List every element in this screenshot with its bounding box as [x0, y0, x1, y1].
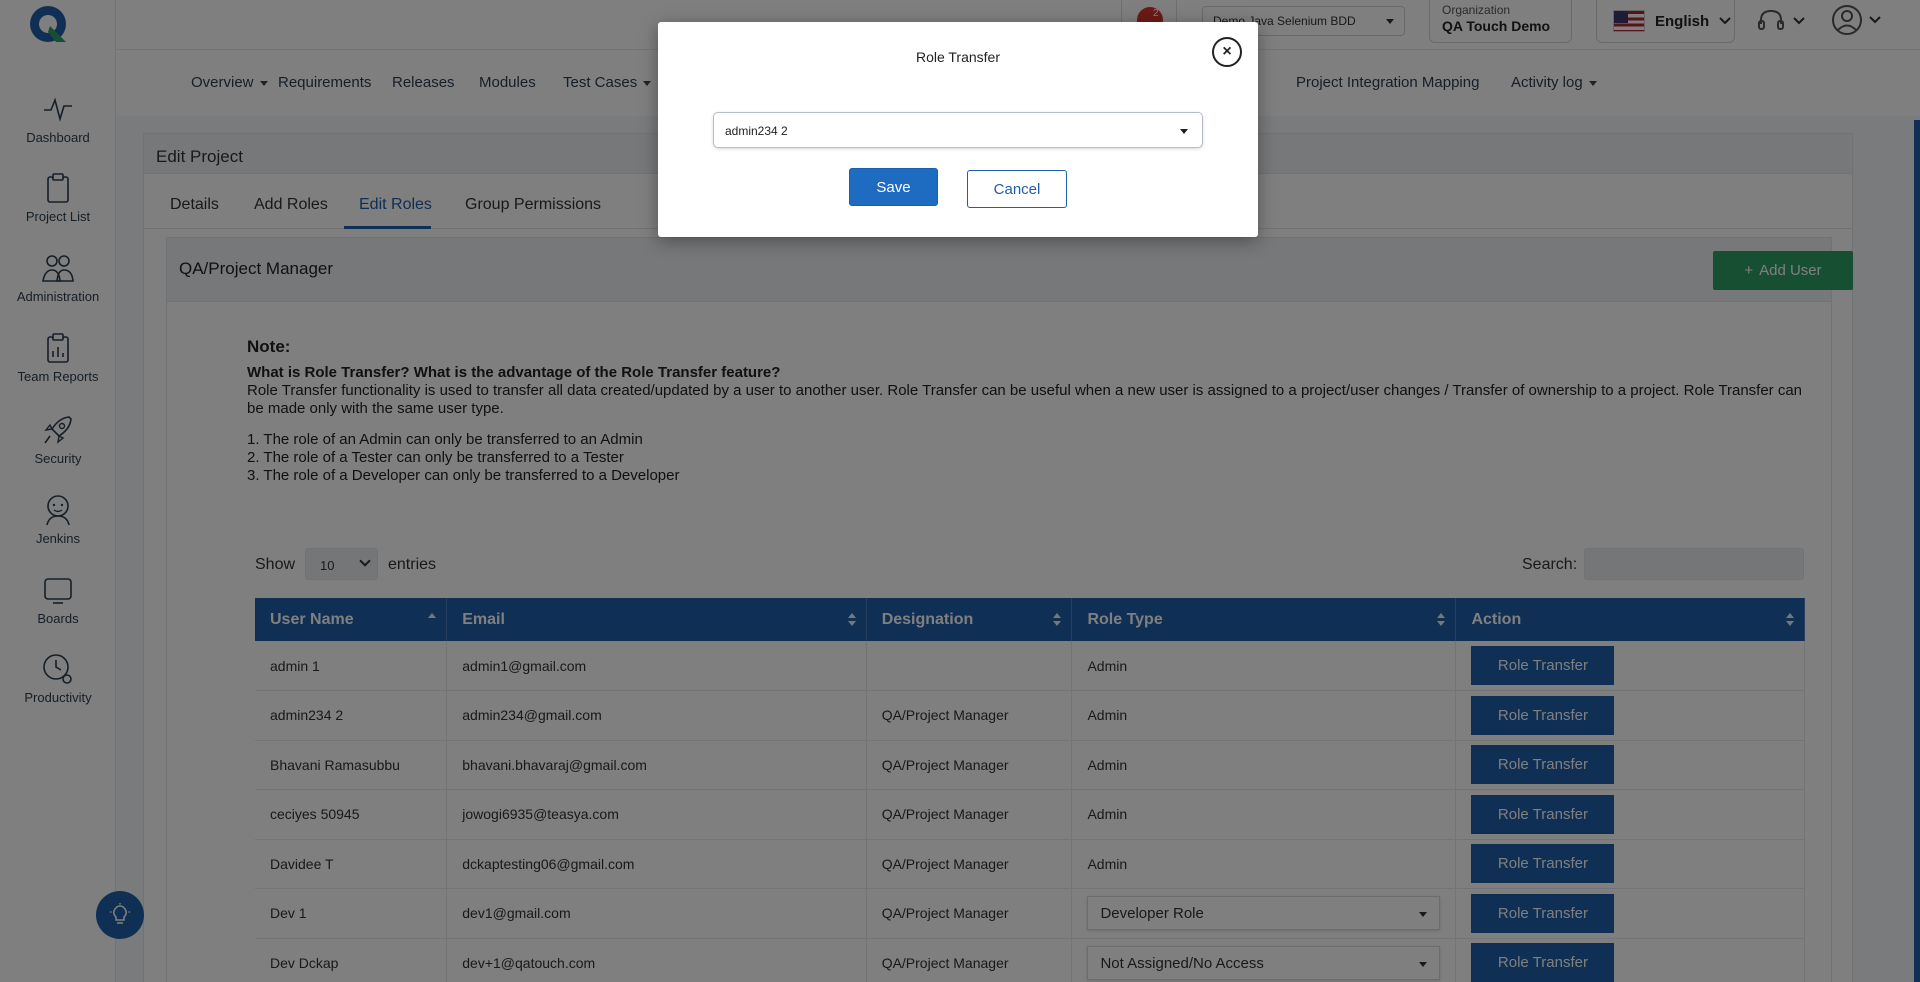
- save-button[interactable]: Save: [849, 168, 938, 206]
- cancel-button[interactable]: Cancel: [967, 170, 1067, 208]
- transfer-user-value: admin234 2: [725, 124, 788, 138]
- close-button[interactable]: ×: [1212, 37, 1242, 67]
- modal-title: Role Transfer: [915, 49, 1001, 65]
- transfer-user-select[interactable]: admin234 2: [713, 112, 1203, 148]
- close-icon: ×: [1222, 43, 1232, 60]
- role-transfer-modal: Role Transfer × admin234 2 Save Cancel: [658, 22, 1258, 237]
